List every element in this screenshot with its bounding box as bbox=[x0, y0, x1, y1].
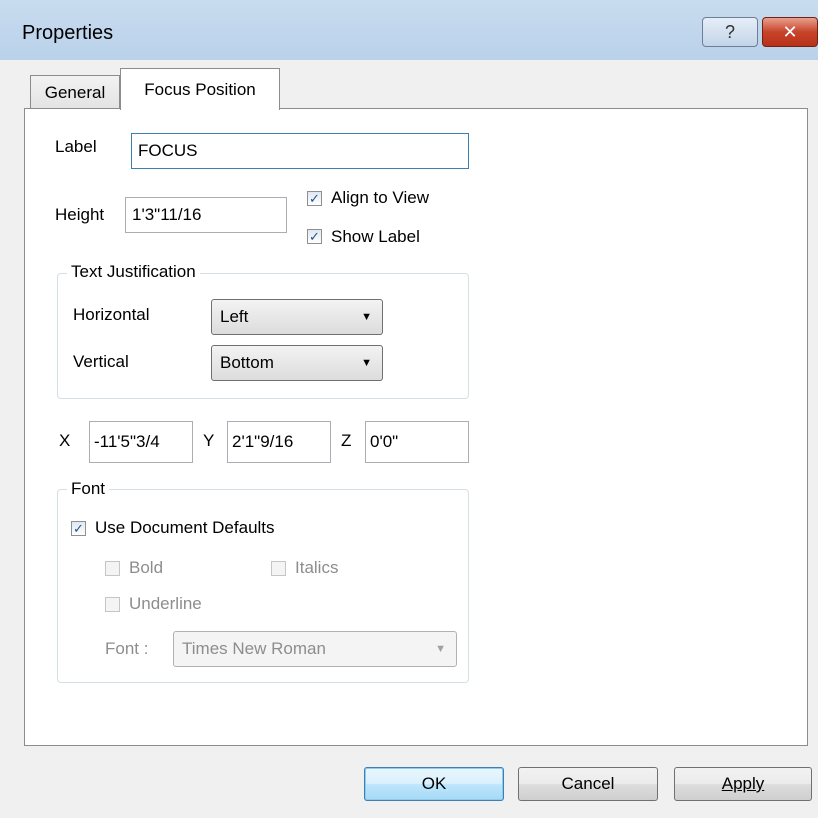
checkmark-icon: ✓ bbox=[73, 521, 84, 536]
use-document-defaults-label: Use Document Defaults bbox=[95, 518, 275, 537]
x-caption: X bbox=[59, 431, 71, 450]
italics-label: Italics bbox=[295, 558, 339, 577]
z-caption: Z bbox=[341, 431, 352, 450]
font-group-title: Font bbox=[67, 479, 110, 499]
y-input[interactable]: 2'1"9/16 bbox=[227, 421, 331, 463]
show-label-checkbox[interactable]: ✓ bbox=[307, 229, 322, 244]
ok-button-label: OK bbox=[421, 774, 447, 793]
y-caption: Y bbox=[203, 431, 215, 450]
underline-checkbox[interactable] bbox=[105, 597, 120, 612]
close-button[interactable]: ✕ bbox=[762, 17, 818, 47]
chevron-down-icon: ▼ bbox=[435, 643, 446, 655]
z-input-value: 0'0" bbox=[370, 432, 399, 451]
checkmark-icon: ✓ bbox=[309, 229, 320, 244]
z-input[interactable]: 0'0" bbox=[365, 421, 469, 463]
help-icon: ? bbox=[724, 21, 735, 42]
height-input[interactable]: 1'3"11/16 bbox=[125, 197, 287, 233]
horizontal-select[interactable]: Left ▼ bbox=[211, 299, 383, 335]
bold-checkbox[interactable] bbox=[105, 561, 120, 576]
cancel-button-label: Cancel bbox=[561, 774, 615, 793]
tab-general-label: General bbox=[44, 82, 106, 102]
italics-checkbox[interactable] bbox=[271, 561, 286, 576]
apply-button[interactable]: Apply bbox=[674, 767, 812, 801]
checkmark-icon: ✓ bbox=[309, 191, 320, 206]
use-document-defaults-checkbox[interactable]: ✓ bbox=[71, 521, 86, 536]
tab-general[interactable]: General bbox=[30, 75, 120, 109]
help-button[interactable]: ? bbox=[702, 17, 758, 47]
properties-window: Properties ? ✕ General Focus Position La… bbox=[0, 0, 818, 818]
chevron-down-icon: ▼ bbox=[361, 357, 372, 369]
horizontal-select-value: Left bbox=[220, 307, 249, 326]
chevron-down-icon: ▼ bbox=[361, 311, 372, 323]
font-select-value: Times New Roman bbox=[182, 639, 326, 658]
cancel-button[interactable]: Cancel bbox=[518, 767, 658, 801]
vertical-select-value: Bottom bbox=[220, 353, 274, 372]
text-justification-title: Text Justification bbox=[67, 262, 200, 282]
close-icon: ✕ bbox=[782, 21, 798, 42]
tab-focus-position-label: Focus Position bbox=[144, 79, 256, 99]
height-caption: Height bbox=[55, 205, 105, 224]
y-input-value: 2'1"9/16 bbox=[232, 432, 294, 451]
tab-focus-position[interactable]: Focus Position bbox=[120, 68, 280, 110]
align-to-view-label: Align to View bbox=[331, 188, 429, 207]
font-caption: Font : bbox=[105, 639, 149, 658]
x-input-value: -11'5"3/4 bbox=[94, 432, 160, 451]
x-input[interactable]: -11'5"3/4 bbox=[89, 421, 193, 463]
align-to-view-checkbox[interactable]: ✓ bbox=[307, 191, 322, 206]
horizontal-caption: Horizontal bbox=[73, 305, 150, 324]
ok-button[interactable]: OK bbox=[364, 767, 504, 801]
label-input[interactable]: FOCUS bbox=[131, 133, 469, 169]
tab-panel: Label FOCUS Height 1'3"11/16 ✓ Align to … bbox=[24, 108, 808, 746]
apply-button-label: Apply bbox=[721, 774, 765, 793]
height-input-value: 1'3"11/16 bbox=[132, 205, 202, 224]
vertical-caption: Vertical bbox=[73, 352, 129, 371]
vertical-select[interactable]: Bottom ▼ bbox=[211, 345, 383, 381]
show-label-label: Show Label bbox=[331, 227, 420, 246]
label-input-value: FOCUS bbox=[138, 141, 198, 160]
window-title: Properties bbox=[22, 22, 114, 44]
font-select[interactable]: Times New Roman ▼ bbox=[173, 631, 457, 667]
underline-label: Underline bbox=[129, 594, 202, 613]
bold-label: Bold bbox=[129, 558, 164, 577]
label-caption: Label bbox=[55, 137, 97, 156]
